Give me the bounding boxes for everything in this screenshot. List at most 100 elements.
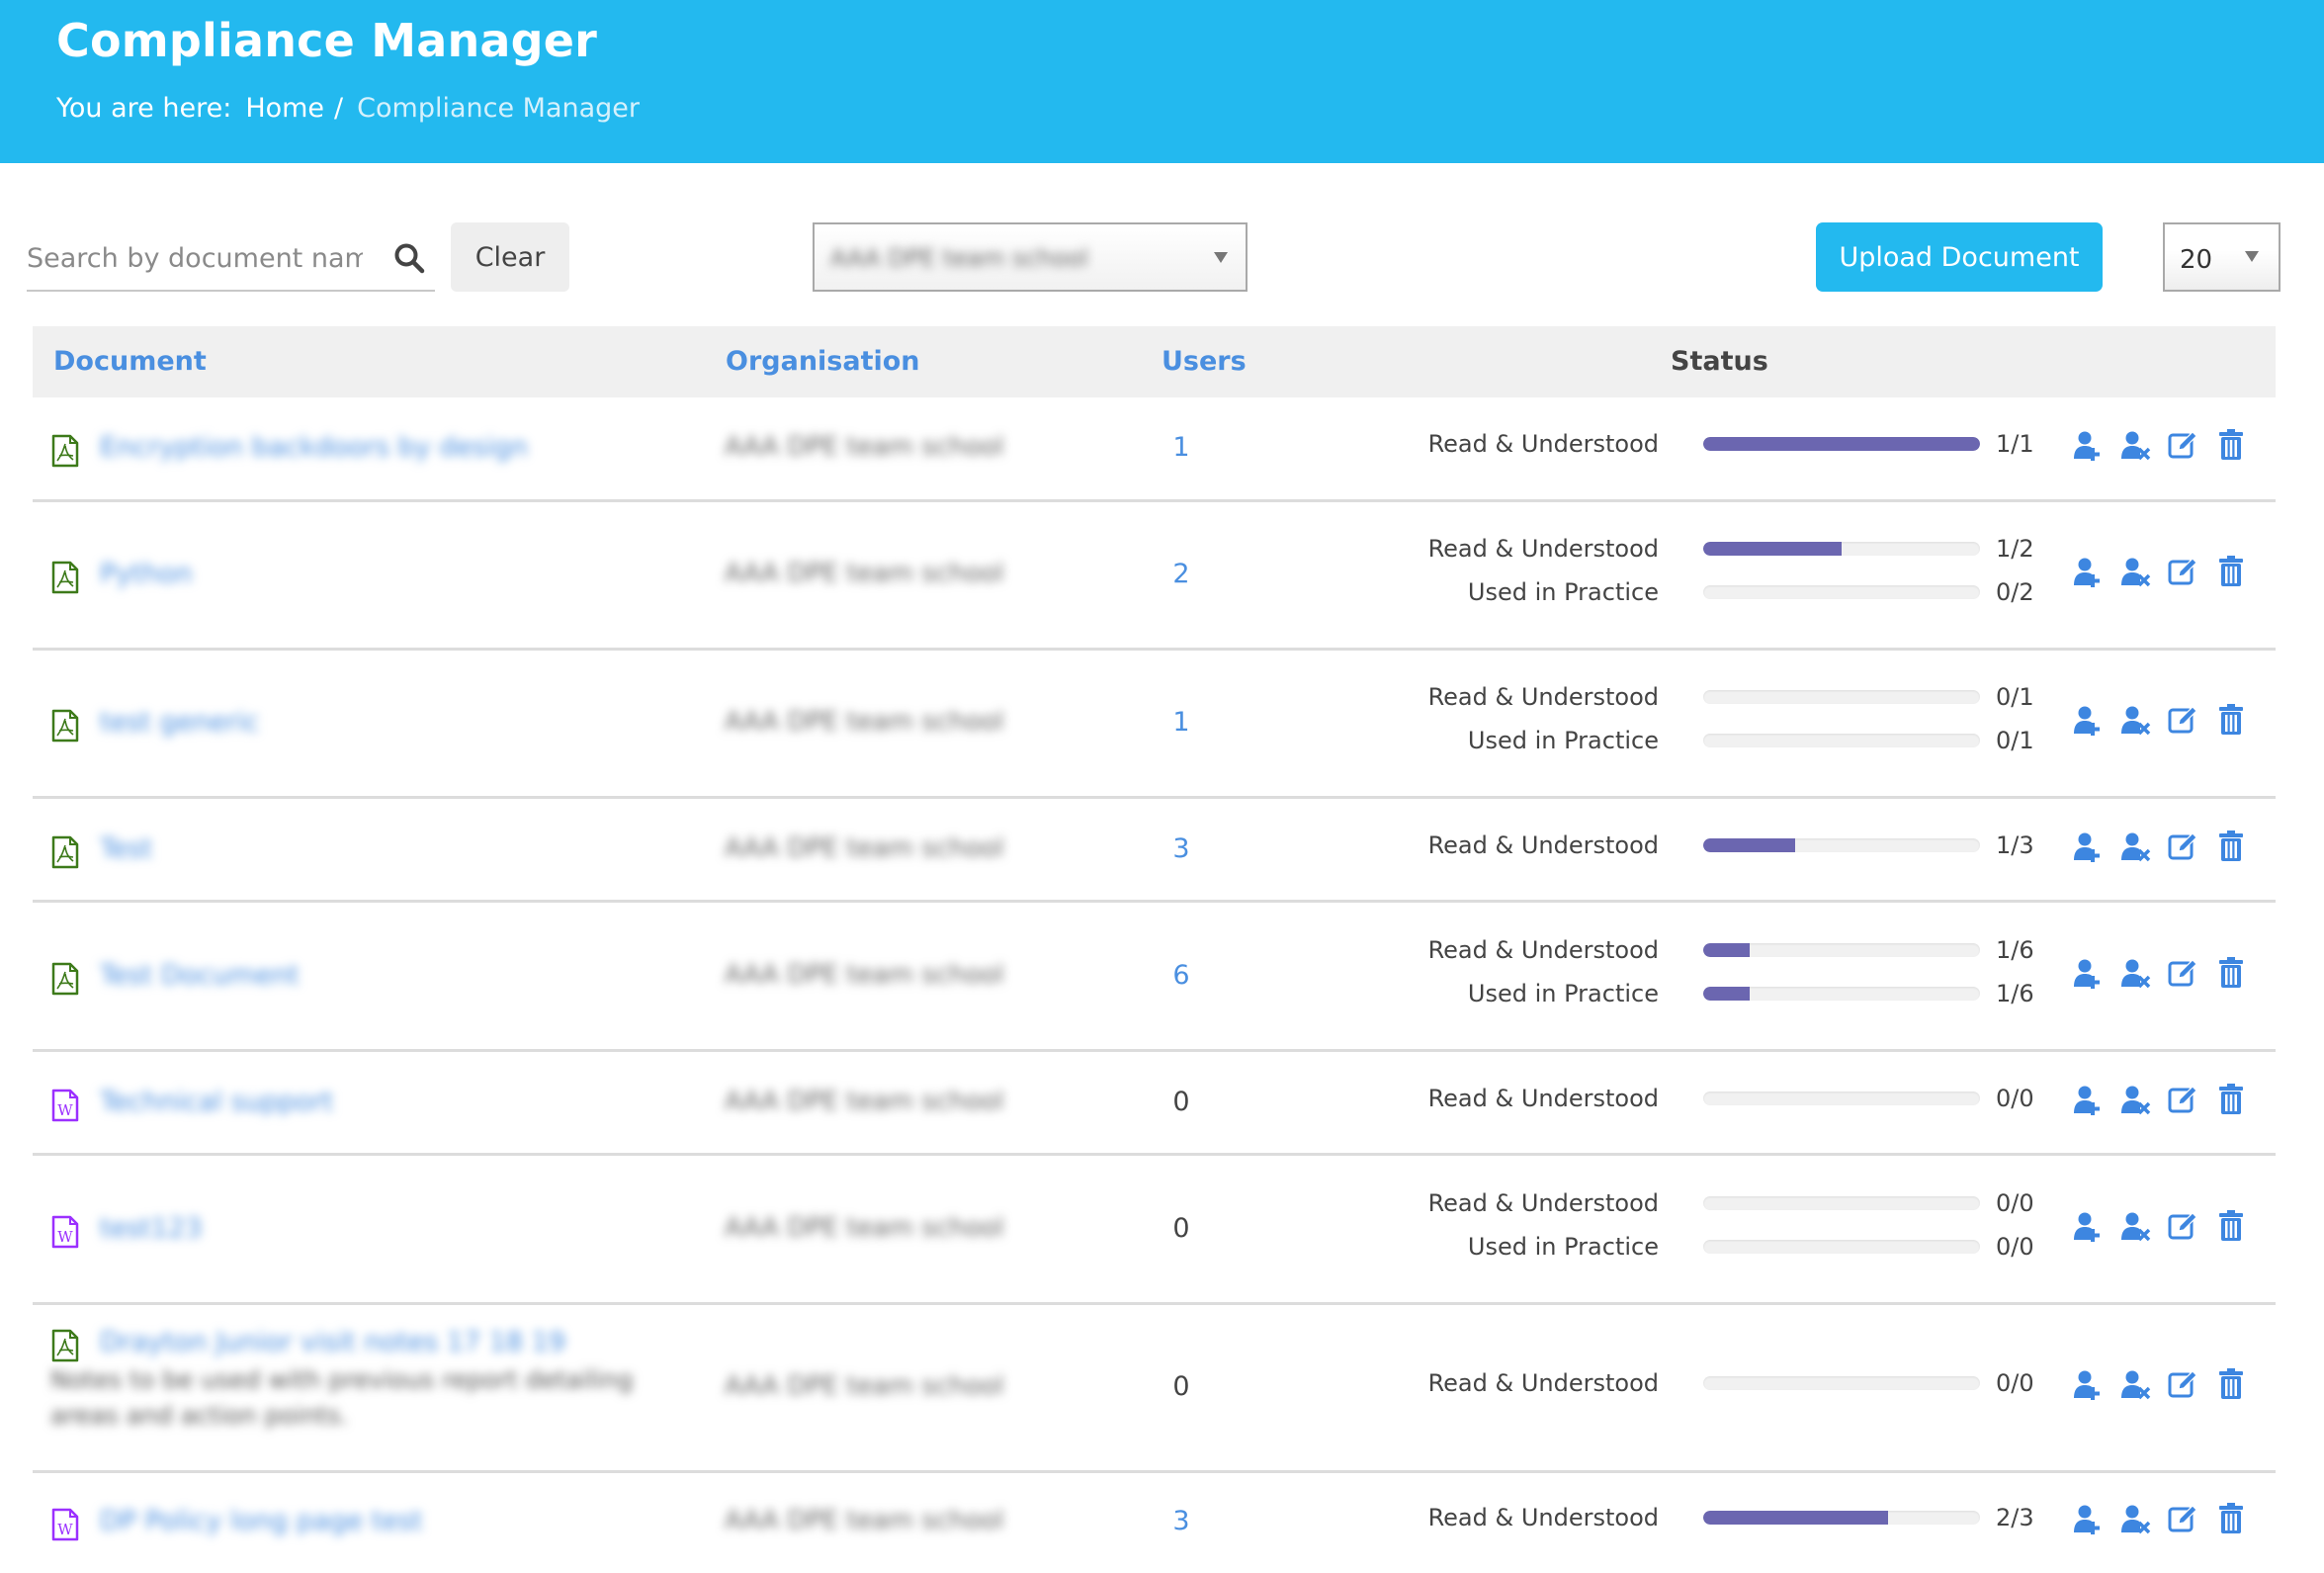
edit-icon[interactable] bbox=[2167, 830, 2200, 863]
user-plus-icon[interactable] bbox=[2072, 1502, 2106, 1535]
table-row: W DP Policy long page test AAA DPE team sc… bbox=[33, 1473, 2276, 1573]
status-label: Used in Practice bbox=[1467, 979, 1659, 1007]
user-times-icon[interactable] bbox=[2119, 428, 2153, 462]
document-name-link[interactable]: test123 bbox=[100, 1213, 202, 1244]
status-line: Read & Understood 1/6 bbox=[1367, 936, 2079, 966]
trash-icon[interactable] bbox=[2214, 1367, 2248, 1401]
document-name-link[interactable]: DP Policy long page test bbox=[100, 1506, 423, 1536]
status-label: Read & Understood bbox=[1427, 1084, 1659, 1112]
table-row: Wtest123 AAA DPE team school 0 Read & Under… bbox=[33, 1156, 2276, 1305]
trash-icon[interactable] bbox=[2214, 1083, 2248, 1116]
column-header-users[interactable]: Users bbox=[1162, 346, 1247, 377]
user-times-icon[interactable] bbox=[2119, 703, 2153, 737]
document-name-link[interactable]: Python bbox=[100, 559, 193, 589]
user-plus-icon[interactable] bbox=[2072, 830, 2106, 863]
user-times-icon[interactable] bbox=[2119, 1367, 2153, 1401]
search-icon[interactable] bbox=[392, 241, 426, 275]
table-row: W Technical support AAA DPE team school 0 Re… bbox=[33, 1052, 2276, 1156]
edit-icon[interactable] bbox=[2167, 428, 2200, 462]
clear-button[interactable]: Clear bbox=[451, 222, 569, 292]
user-plus-icon[interactable] bbox=[2072, 1209, 2106, 1243]
row-actions bbox=[2072, 555, 2260, 588]
edit-icon[interactable] bbox=[2167, 1083, 2200, 1116]
document-name-link[interactable]: Test bbox=[100, 833, 152, 864]
organisation-name: AAA DPE team school bbox=[725, 707, 1004, 737]
users-count[interactable]: 1 bbox=[1150, 707, 1213, 738]
status-line: Read & Understood 0/1 bbox=[1367, 683, 2079, 713]
status-label: Used in Practice bbox=[1467, 1232, 1659, 1261]
table-row: Drayton Junior visit notes 17 18 19 Notes… bbox=[33, 1305, 2276, 1473]
user-times-icon[interactable] bbox=[2119, 1209, 2153, 1243]
status-label: Read & Understood bbox=[1427, 430, 1659, 458]
edit-icon[interactable] bbox=[2167, 956, 2200, 990]
breadcrumb-home-link[interactable]: Home bbox=[245, 93, 324, 124]
status-line: Used in Practice 0/0 bbox=[1367, 1233, 2079, 1263]
progress-bar bbox=[1703, 542, 1980, 556]
page-size-value: 20 bbox=[2180, 245, 2213, 275]
word-file-icon: W bbox=[51, 1508, 79, 1541]
document-name-link[interactable]: Encryption backdoors by design bbox=[100, 432, 528, 463]
user-plus-icon[interactable] bbox=[2072, 703, 2106, 737]
progress-fill bbox=[1703, 437, 1980, 451]
users-count: 0 bbox=[1172, 1212, 1190, 1244]
user-times-icon[interactable] bbox=[2119, 956, 2153, 990]
svg-text:W: W bbox=[57, 1521, 73, 1538]
document-name-link[interactable]: Test Document bbox=[100, 960, 300, 991]
trash-icon[interactable] bbox=[2214, 428, 2248, 462]
document-name-link[interactable]: Drayton Junior visit notes 17 18 19 bbox=[100, 1327, 565, 1357]
trash-icon[interactable] bbox=[2214, 956, 2248, 990]
user-times-icon[interactable] bbox=[2119, 1083, 2153, 1116]
users-count[interactable]: 1 bbox=[1150, 432, 1213, 463]
status-label: Read & Understood bbox=[1427, 683, 1659, 711]
organisation-name: AAA DPE team school bbox=[725, 1086, 1004, 1116]
search-input[interactable] bbox=[27, 233, 363, 283]
users-count[interactable]: 3 bbox=[1150, 833, 1213, 864]
edit-icon[interactable] bbox=[2167, 1367, 2200, 1401]
users-count[interactable]: 3 bbox=[1150, 1506, 1213, 1536]
users-count: 0 bbox=[1172, 1371, 1190, 1402]
page-header: Compliance Manager You are here: Home / … bbox=[0, 0, 2324, 163]
users-count[interactable]: 6 bbox=[1150, 960, 1213, 991]
document-name-link[interactable]: Technical support bbox=[100, 1087, 333, 1117]
users-count[interactable]: 2 bbox=[1150, 559, 1213, 589]
page-size-select[interactable]: 20 bbox=[2163, 222, 2281, 292]
edit-icon[interactable] bbox=[2167, 555, 2200, 588]
table-row: Encryption backdoors by design AAA DPE te… bbox=[33, 397, 2276, 502]
column-header-document[interactable]: Document bbox=[53, 346, 207, 377]
status-label: Read & Understood bbox=[1427, 1188, 1659, 1217]
trash-icon[interactable] bbox=[2214, 703, 2248, 737]
user-plus-icon[interactable] bbox=[2072, 1367, 2106, 1401]
pdf-file-icon bbox=[51, 1329, 79, 1362]
row-actions bbox=[2072, 703, 2260, 737]
edit-icon[interactable] bbox=[2167, 1502, 2200, 1535]
document-name-link[interactable]: test generic bbox=[100, 707, 259, 738]
user-plus-icon[interactable] bbox=[2072, 956, 2106, 990]
user-plus-icon[interactable] bbox=[2072, 1083, 2106, 1116]
status-line: Used in Practice 0/2 bbox=[1367, 578, 2079, 608]
progress-bar bbox=[1703, 437, 1980, 451]
trash-icon[interactable] bbox=[2214, 830, 2248, 863]
search-field bbox=[27, 225, 435, 292]
trash-icon[interactable] bbox=[2214, 1502, 2248, 1535]
user-times-icon[interactable] bbox=[2119, 1502, 2153, 1535]
pdf-file-icon bbox=[51, 835, 79, 869]
status-count: 1/3 bbox=[1996, 830, 2034, 859]
organisation-name: AAA DPE team school bbox=[725, 832, 1004, 863]
word-file-icon: W bbox=[51, 1215, 79, 1249]
organisation-select[interactable]: AAA DPE team school bbox=[813, 222, 1248, 292]
column-header-organisation[interactable]: Organisation bbox=[726, 346, 920, 377]
status-line: Read & Understood 0/0 bbox=[1367, 1369, 2079, 1399]
upload-document-button[interactable]: Upload Document bbox=[1816, 222, 2103, 292]
svg-text:W: W bbox=[57, 1101, 73, 1119]
status-label: Used in Practice bbox=[1467, 727, 1659, 754]
status-count: 0/2 bbox=[1996, 578, 2034, 606]
trash-icon[interactable] bbox=[2214, 555, 2248, 588]
user-plus-icon[interactable] bbox=[2072, 555, 2106, 588]
user-times-icon[interactable] bbox=[2119, 555, 2153, 588]
edit-icon[interactable] bbox=[2167, 1209, 2200, 1243]
trash-icon[interactable] bbox=[2214, 1209, 2248, 1243]
user-plus-icon[interactable] bbox=[2072, 428, 2106, 462]
edit-icon[interactable] bbox=[2167, 703, 2200, 737]
user-times-icon[interactable] bbox=[2119, 830, 2153, 863]
organisation-name: AAA DPE team school bbox=[725, 1371, 1004, 1401]
